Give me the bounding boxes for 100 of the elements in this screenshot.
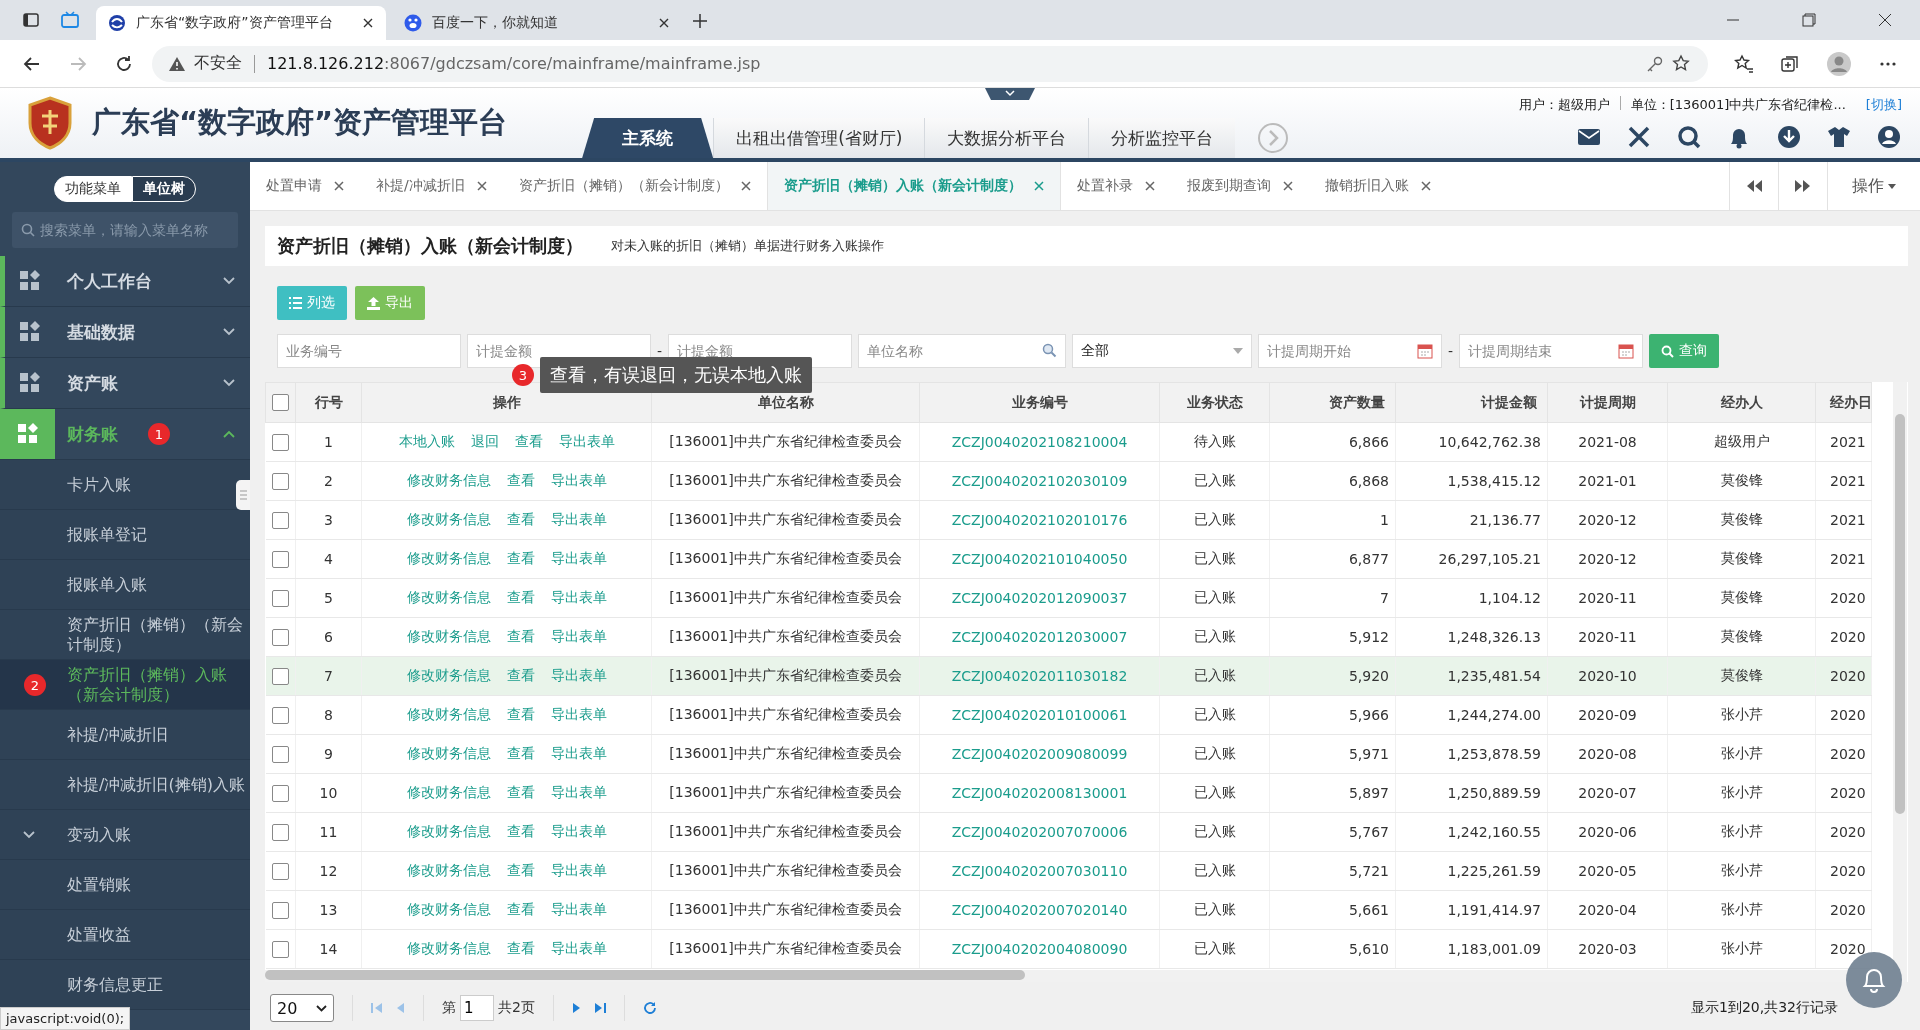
- table-row[interactable]: 9 修改财务信息 查看 导出表单 [136001]中共广东省纪律检查委员会 ZCZJ0040202009080099 已入账 5,971 1,253,878.59 2020-08 张小芹 2020: [265, 734, 1872, 774]
- action-link[interactable]: 修改财务信息: [406, 472, 491, 488]
- close-icon[interactable]: [1144, 181, 1155, 191]
- table-row[interactable]: 2 修改财务信息 查看 导出表单 [136001]中共广东省纪律检查委员会 ZCZJ0040202102030109 已入账 6,868 1,538,415.12 2021-01 莫俊锋 2021: [265, 461, 1872, 501]
- page-tab[interactable]: 撤销折旧入账: [1308, 162, 1447, 210]
- menu-item[interactable]: 资产折旧（摊销）（新会计制度）: [0, 610, 250, 660]
- switch-link[interactable]: [切换]: [1865, 96, 1902, 114]
- action-link[interactable]: 修改财务信息: [406, 862, 491, 878]
- action-link[interactable]: 查看: [506, 901, 535, 917]
- page-size-select[interactable]: 20: [270, 994, 334, 1022]
- record-link[interactable]: ZCZJ0040202007070006: [951, 824, 1128, 840]
- menu-item[interactable]: 变动入账: [0, 810, 250, 860]
- record-link[interactable]: ZCZJ0040202101040050: [951, 551, 1128, 567]
- table-row[interactable]: 5 修改财务信息 查看 导出表单 [136001]中共广东省纪律检查委员会 ZCZJ0040202012090037 已入账 7 1,104.12 2020-11 莫俊锋 2020: [265, 578, 1872, 618]
- action-link[interactable]: 查看: [506, 823, 535, 839]
- new-tab-icon[interactable]: [692, 13, 708, 29]
- menu-mode-toggle[interactable]: 功能菜单: [54, 176, 132, 202]
- unit-name-field[interactable]: 单位名称: [858, 334, 1067, 368]
- select-all-checkbox[interactable]: [272, 394, 289, 412]
- address-field[interactable]: 不安全 121.8.126.212:8067/gdczsam/core/mainframe/mainframe.jsp: [152, 45, 1708, 82]
- table-row[interactable]: 7 修改财务信息 查看 导出表单 [136001]中共广东省纪律检查委员会 ZCZJ0040202011030182 已入账 5,920 1,235,481.54 2020-10 莫俊锋 2020: [265, 656, 1872, 696]
- menu-item[interactable]: 财务信息更正: [0, 960, 250, 1010]
- close-icon[interactable]: [334, 181, 344, 191]
- nav-tab[interactable]: 分析监控平台: [1088, 118, 1236, 158]
- page-tab[interactable]: 处置申请: [250, 162, 360, 210]
- row-checkbox[interactable]: [271, 784, 289, 802]
- page-tab[interactable]: 报废到期查询: [1170, 162, 1309, 210]
- page-tab[interactable]: 处置补录: [1060, 162, 1171, 210]
- nav-tab[interactable]: 大数据分析平台: [924, 118, 1089, 158]
- record-link[interactable]: ZCZJ0040202102030109: [951, 473, 1128, 489]
- menu-item[interactable]: 2 资产折旧（摊销）入账（新会计制度）: [0, 660, 250, 710]
- date-field[interactable]: 计提周期结束: [1459, 334, 1644, 368]
- table-row[interactable]: 6 修改财务信息 查看 导出表单 [136001]中共广东省纪律检查委员会 ZCZJ0040202012030007 已入账 5,912 1,248,326.13 2020-11 莫俊锋 2020: [265, 617, 1872, 657]
- close-icon[interactable]: [1282, 181, 1293, 191]
- shirt-icon[interactable]: [1826, 124, 1852, 150]
- profile-avatar-icon[interactable]: [1826, 50, 1852, 77]
- favorites-icon[interactable]: [1734, 53, 1754, 74]
- table-row[interactable]: 12 修改财务信息 查看 导出表单 [136001]中共广东省纪律检查委员会 ZCZJ0040202007030110 已入账 5,721 1,225,261.59 2020-05 张小芹 2020: [265, 851, 1872, 891]
- action-link[interactable]: 导出表单: [550, 472, 607, 488]
- reload-icon[interactable]: [114, 53, 134, 74]
- table-row[interactable]: 13 修改财务信息 查看 导出表单 [136001]中共广东省纪律检查委员会 ZCZJ0040202007020140 已入账 5,661 1,191,414.97 2020-04 张小芹 2020: [265, 890, 1872, 930]
- table-row[interactable]: 1 本地入账 退回 查看 导出表单 [136001]中共广东省纪律检查委员会 ZCZJ0040202108210004 待入账 6,866 10,642,762.38 2021-08 超级用户 2021: [265, 422, 1872, 462]
- action-link[interactable]: 导出表单: [550, 589, 607, 605]
- action-link[interactable]: 查看: [506, 745, 535, 761]
- nav-tab[interactable]: 出租出借管理(省财厅): [713, 118, 925, 158]
- action-link[interactable]: 导出表单: [550, 784, 607, 800]
- action-link[interactable]: 导出表单: [550, 862, 607, 878]
- action-link[interactable]: 导出表单: [550, 706, 607, 722]
- action-link[interactable]: 查看: [506, 862, 535, 878]
- action-link[interactable]: 导出表单: [550, 745, 607, 761]
- record-link[interactable]: ZCZJ0040202007030110: [951, 863, 1128, 879]
- record-link[interactable]: ZCZJ0040202108210004: [951, 434, 1128, 450]
- menu-item[interactable]: 报账单登记: [0, 510, 250, 560]
- next-page-icon[interactable]: [571, 1002, 582, 1014]
- action-link[interactable]: 导出表单: [550, 667, 607, 683]
- action-link[interactable]: 导出表单: [558, 433, 615, 449]
- refresh-icon[interactable]: [642, 1001, 657, 1015]
- table-row[interactable]: 4 修改财务信息 查看 导出表单 [136001]中共广东省纪律检查委员会 ZCZJ0040202101040050 已入账 6,877 26,297,105.21 2020-12 莫俊锋 2021: [265, 539, 1872, 579]
- row-checkbox[interactable]: [271, 550, 289, 568]
- record-link[interactable]: ZCZJ0040202007020140: [951, 902, 1128, 918]
- operations-menu[interactable]: 操作: [1827, 162, 1920, 210]
- close-icon[interactable]: [362, 17, 374, 29]
- menu-item[interactable]: 补提/冲减折旧: [0, 710, 250, 760]
- row-checkbox[interactable]: [271, 589, 289, 607]
- action-link[interactable]: 查看: [506, 628, 535, 644]
- vertical-scrollbar[interactable]: [1895, 414, 1905, 814]
- action-link[interactable]: 修改财务信息: [406, 940, 491, 956]
- action-link[interactable]: 本地入账: [398, 433, 455, 449]
- row-checkbox[interactable]: [271, 472, 289, 490]
- action-link[interactable]: 导出表单: [550, 940, 607, 956]
- action-link[interactable]: 修改财务信息: [406, 901, 491, 917]
- menu-item[interactable]: 处置收益: [0, 910, 250, 960]
- filter-field[interactable]: 业务编号: [277, 334, 461, 368]
- record-link[interactable]: ZCZJ0040202008130001: [951, 785, 1128, 801]
- action-link[interactable]: 修改财务信息: [406, 589, 491, 605]
- restore-icon[interactable]: [1802, 13, 1816, 27]
- action-link[interactable]: 查看: [506, 550, 535, 566]
- menu-mode-toggle[interactable]: 单位树: [132, 176, 196, 202]
- row-checkbox[interactable]: [271, 667, 289, 685]
- table-row[interactable]: 11 修改财务信息 查看 导出表单 [136001]中共广东省纪律检查委员会 ZCZJ0040202007070006 已入账 5,767 1,242,160.55 2020-06 张小芹 2020: [265, 812, 1872, 852]
- row-checkbox[interactable]: [271, 940, 289, 958]
- action-link[interactable]: 查看: [506, 940, 535, 956]
- menu-search-field[interactable]: 搜索菜单，请输入菜单名称: [12, 212, 238, 248]
- action-link[interactable]: 导出表单: [550, 550, 607, 566]
- menu-item[interactable]: 补提/冲减折旧(摊销)入账: [0, 760, 250, 810]
- query-button[interactable]: 查询: [1649, 334, 1720, 368]
- action-link[interactable]: 修改财务信息: [406, 667, 491, 683]
- record-link[interactable]: ZCZJ0040202010100061: [951, 707, 1128, 723]
- floating-bell-button[interactable]: [1846, 952, 1902, 1008]
- action-link[interactable]: 导出表单: [550, 901, 607, 917]
- browser-tab[interactable]: 百度一下，你就知道: [392, 6, 682, 40]
- page-tab[interactable]: 资产折旧（摊销）（新会计制度）: [502, 162, 767, 210]
- last-page-icon[interactable]: [593, 1002, 606, 1014]
- menu-item[interactable]: 报账单入账: [0, 560, 250, 610]
- action-link[interactable]: 导出表单: [550, 628, 607, 644]
- action-link[interactable]: 修改财务信息: [406, 550, 491, 566]
- record-link[interactable]: ZCZJ0040202012090037: [951, 590, 1128, 606]
- action-link[interactable]: 查看: [506, 667, 535, 683]
- page-tab[interactable]: 补提/冲减折旧: [360, 162, 503, 210]
- key-icon[interactable]: [1646, 54, 1664, 73]
